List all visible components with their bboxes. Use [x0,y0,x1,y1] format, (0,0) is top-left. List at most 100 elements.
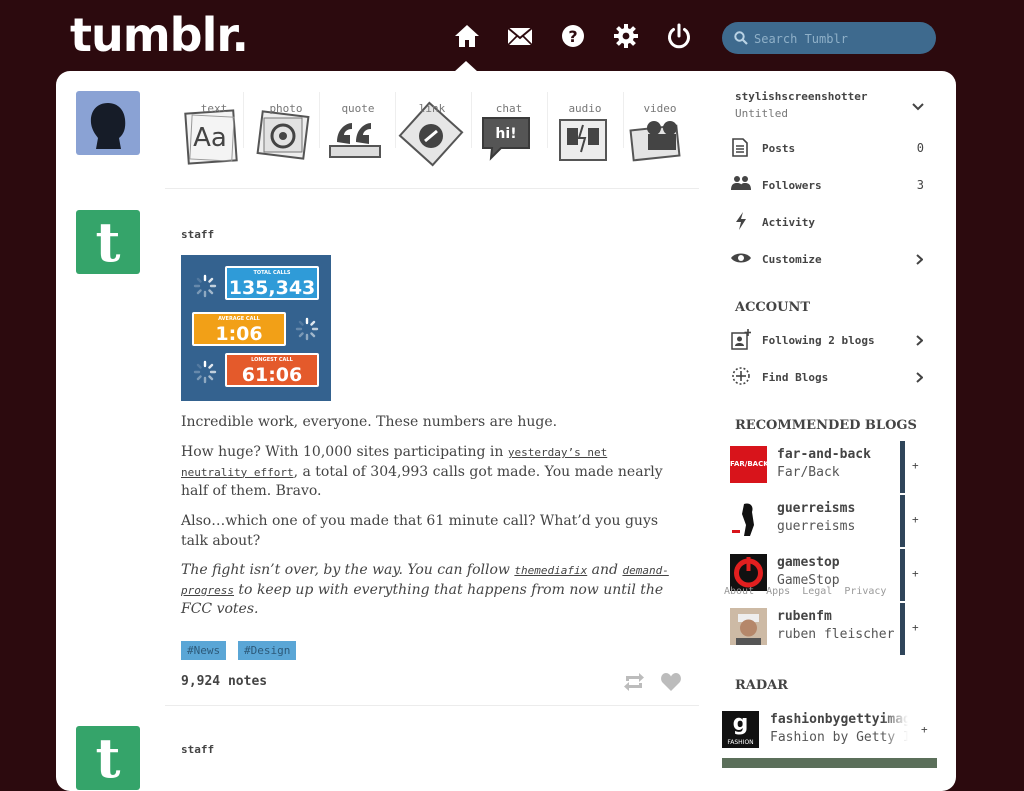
follow-button[interactable]: + [912,513,919,526]
themediafix-link[interactable]: themediafix [514,564,587,577]
follow-bar[interactable] [900,549,905,601]
recommended-blog-far-and-back[interactable]: FAR/BACK far-and-back Far/Back [729,441,907,493]
spinner-icon [295,317,319,341]
sidebar-item-activity[interactable]: Activity [731,211,927,233]
posts-icon [732,138,748,157]
radar-heading: RADAR [735,678,789,693]
footer-link-legal[interactable]: Legal [802,586,832,597]
post-type-label: chat [495,102,523,115]
following-icon [731,329,751,350]
sidebar-item-count: 3 [916,178,924,192]
follow-bar[interactable] [900,603,905,655]
post-type-photo[interactable]: photo [250,92,322,170]
recommended-heading: RECOMMENDED BLOGS [735,418,917,433]
staff-avatar[interactable]: t [76,210,140,274]
recommended-blog-guerreisms[interactable]: guerreisms guerreisms [729,495,907,547]
tumblr-logo[interactable]: tumblr. [70,8,249,62]
find-blogs-icon [732,367,750,385]
stat-total-calls: TOTAL CALLS 135,343 [225,266,319,300]
radar-blog[interactable]: g FASHION fashionbygettyimages Fashion b… [722,710,908,750]
post-paragraph-3: Also…which one of you made that 61 minut… [181,513,659,549]
blog-avatar [730,608,767,645]
follow-button[interactable]: + [912,567,919,580]
blog-avatar: FAR/BACK [730,446,767,483]
blog-avatar [730,500,767,537]
reblog-icon[interactable] [623,672,645,692]
follow-button[interactable]: + [921,723,928,736]
user-avatar[interactable] [76,91,140,155]
logout-icon[interactable] [665,22,693,50]
sidebar-item-following[interactable]: Following 2 blogs [731,329,927,351]
sidebar-item-label: Followers [762,179,822,192]
footer-link-privacy[interactable]: Privacy [844,586,886,597]
post-type-chat[interactable]: chat hi! [473,92,545,170]
figure-silhouette-icon [732,503,754,536]
eye-icon [731,253,751,263]
search-input[interactable] [752,27,928,51]
chevron-right-icon [916,335,923,346]
inbox-icon[interactable] [506,22,534,50]
search-box[interactable] [722,22,936,54]
follow-bar[interactable] [900,441,905,493]
radar-image[interactable] [722,758,937,768]
post-type-label: quote [341,102,375,115]
follow-bar[interactable] [900,495,905,547]
sidebar-item-label: Customize [762,253,822,266]
tag-design[interactable]: #Design [238,641,297,660]
paragraph-text: The fight isn’t over, by the way. You ca… [181,562,515,578]
sidebar-item-customize[interactable]: Customize [731,248,927,270]
recommended-blog-rubenfm[interactable]: rubenfm ruben fleischer [729,603,907,655]
spinner-icon [193,360,217,384]
stat-average-call: AVERAGE CALL 1:06 [192,312,286,346]
far-back-logo-icon: FAR/BACK [730,460,767,468]
post-type-label: photo [269,102,303,115]
activity-icon [736,212,746,230]
notes-count[interactable]: 9,924 notes [181,674,267,689]
divider [165,188,699,189]
followers-icon [731,176,751,190]
sidebar-blog-name[interactable]: stylishscreenshotter [735,90,867,103]
post-type-label: text [200,102,228,115]
sidebar-item-label: Find Blogs [762,371,829,384]
stat-value: 1:06 [215,323,263,345]
paragraph-text: How huge? With 10,000 sites participatin… [181,444,508,460]
chevron-right-icon [916,372,923,383]
search-icon [734,31,748,45]
footer-link-apps[interactable]: Apps [766,586,790,597]
blog-name: gamestop [777,555,840,570]
sidebar-item-followers[interactable]: Followers 3 [731,174,927,196]
text-fade [882,710,908,750]
svg-text:hi!: hi! [495,126,516,142]
footer-link-about[interactable]: About [724,586,754,597]
home-icon[interactable] [453,22,481,50]
chevron-down-icon[interactable] [912,103,924,111]
sidebar-item-label: Posts [762,142,796,155]
divider [319,92,320,148]
post-type-audio[interactable]: audio [549,92,621,170]
chevron-right-icon [916,254,923,265]
post-author[interactable]: staff [181,743,214,756]
paragraph-text: and [587,562,623,578]
divider [547,92,548,148]
heart-icon[interactable] [660,672,682,692]
sidebar-item-posts[interactable]: Posts 0 [731,137,927,159]
post-paragraph-1: Incredible work, everyone. These numbers… [181,414,558,430]
post-type-link[interactable]: link [396,92,468,170]
sidebar-item-find-blogs[interactable]: Find Blogs [731,366,927,388]
blog-title: guerreisms [777,519,856,534]
sidebar-item-label: Activity [762,216,815,229]
fashion-caption-icon: FASHION [727,739,754,746]
tag-news[interactable]: #News [181,641,227,660]
footer-links: About Apps Legal Privacy [724,586,898,597]
settings-icon[interactable] [612,22,640,50]
post-image[interactable]: TOTAL CALLS 135,343 AVERAGE CALL 1:06 LO… [181,255,331,401]
follow-button[interactable]: + [912,459,919,472]
sidebar-item-count: 0 [916,141,924,155]
post-type-quote[interactable]: quote [322,92,394,170]
staff-avatar[interactable]: t [76,726,140,790]
follow-button[interactable]: + [912,621,919,634]
post-type-video[interactable]: video [624,92,696,170]
help-icon[interactable]: ? [559,22,587,50]
post-type-text[interactable]: text Aa [178,92,250,170]
post-author[interactable]: staff [181,228,214,241]
